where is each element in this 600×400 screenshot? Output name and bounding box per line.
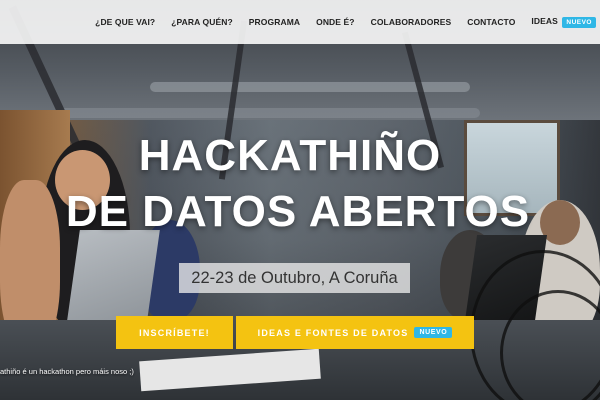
nav-item-programa[interactable]: PROGRAMA — [241, 17, 308, 27]
nav-item-de-que-vai[interactable]: ¿DE QUE VAI? — [87, 17, 163, 27]
ideas-button-label: IDEAS E FONTES DE DATOS — [257, 327, 409, 338]
nav-item-colaboradores[interactable]: COLABORADORES — [363, 17, 460, 27]
nav-menu: ¿DE QUE VAI? ¿PARA QUÉN? PROGRAMA ONDE É… — [87, 16, 600, 28]
ideas-data-sources-button[interactable]: IDEAS E FONTES DE DATOS NUEVO — [236, 316, 474, 349]
nav-item-contacto[interactable]: CONTACTO — [459, 17, 523, 27]
nav-item-onde-e[interactable]: ONDE É? — [308, 17, 362, 27]
hero-title-line1: HACKATHIÑO — [138, 131, 442, 180]
nav-item-para-quen[interactable]: ¿PARA QUÉN? — [163, 17, 241, 27]
register-button[interactable]: INSCRÍBETE! — [116, 316, 233, 349]
nav-item-ideas[interactable]: IDEAS NUEVO — [523, 16, 600, 28]
event-date: 22-23 de Outubro, A Coruña — [179, 263, 410, 293]
nav-item-ideas-label: IDEAS — [531, 16, 558, 26]
top-navigation: ¿DE QUE VAI? ¿PARA QUÉN? PROGRAMA ONDE É… — [0, 0, 600, 44]
ceiling-duct — [60, 108, 480, 118]
hero-title-line2: DE DATOS ABERTOS — [65, 187, 531, 236]
new-badge: NUEVO — [562, 17, 596, 28]
new-badge: NUEVO — [414, 327, 453, 338]
photo-caption: athiño é un hackathon pero máis noso ;) — [0, 367, 134, 376]
